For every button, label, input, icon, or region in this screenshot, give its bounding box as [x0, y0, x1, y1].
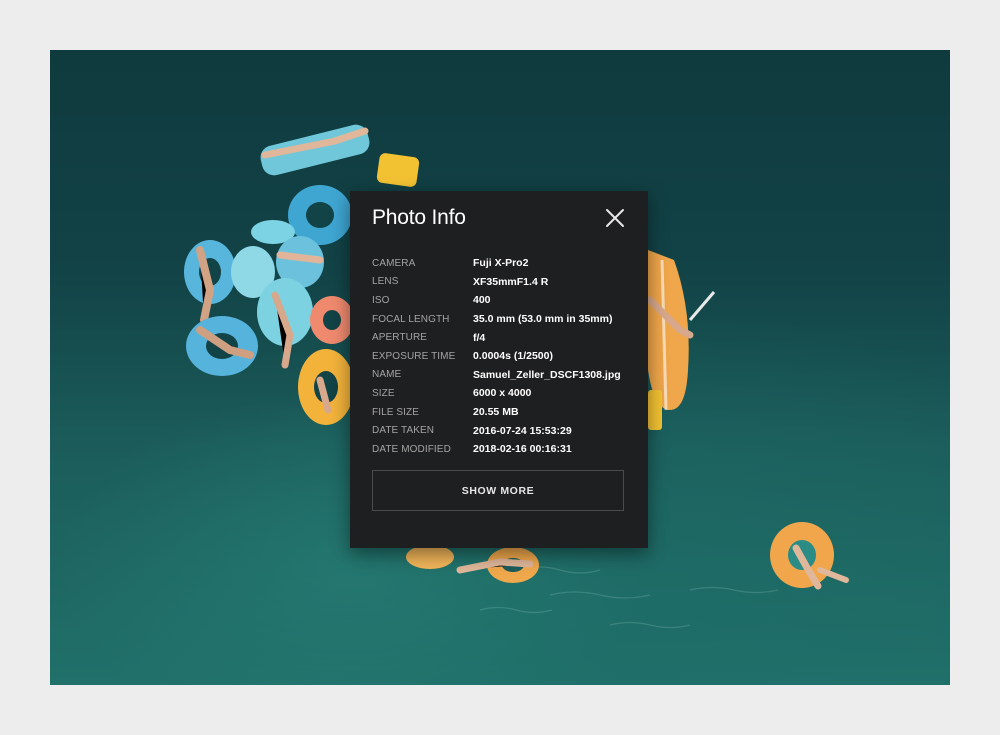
- info-value: 35.0 mm (53.0 mm in 35mm): [473, 313, 613, 326]
- info-row-date-taken: DATE TAKEN 2016-07-24 15:53:29: [372, 421, 621, 440]
- info-value: f/4: [473, 331, 486, 344]
- info-value: 20.55 MB: [473, 406, 519, 419]
- info-row-aperture: APERTURE f/4: [372, 328, 621, 347]
- show-more-button[interactable]: SHOW MORE: [372, 470, 624, 511]
- close-button[interactable]: [602, 205, 628, 231]
- info-label: SIZE: [372, 387, 395, 399]
- info-row-iso: ISO 400: [372, 291, 621, 310]
- info-label: FOCAL LENGTH: [372, 313, 450, 325]
- info-label: FILE SIZE: [372, 406, 420, 418]
- info-label: LENS: [372, 276, 399, 288]
- info-row-file-size: FILE SIZE 20.55 MB: [372, 403, 621, 422]
- info-value: 2018-02-16 00:16:31: [473, 443, 572, 456]
- info-row-name: NAME Samuel_Zeller_DSCF1308.jpg: [372, 366, 621, 385]
- info-label: NAME: [372, 369, 402, 381]
- info-label: ISO: [372, 294, 390, 306]
- info-row-camera: CAMERA Fuji X-Pro2: [372, 254, 621, 273]
- info-value: 0.0004s (1/2500): [473, 350, 553, 363]
- info-value: Samuel_Zeller_DSCF1308.jpg: [473, 368, 621, 381]
- info-row-lens: LENS XF35mmF1.4 R: [372, 273, 621, 292]
- info-row-size: SIZE 6000 x 4000: [372, 384, 621, 403]
- close-icon: [606, 209, 624, 227]
- info-label: DATE TAKEN: [372, 425, 435, 437]
- panel-title: Photo Info: [372, 206, 466, 229]
- info-label: APERTURE: [372, 332, 428, 344]
- info-table: CAMERA Fuji X-Pro2 LENS XF35mmF1.4 R ISO…: [372, 254, 621, 459]
- info-value: 6000 x 4000: [473, 387, 532, 400]
- info-value: 2016-07-24 15:53:29: [473, 424, 572, 437]
- info-label: CAMERA: [372, 257, 416, 269]
- info-value: Fuji X-Pro2: [473, 257, 529, 270]
- info-label: EXPOSURE TIME: [372, 350, 456, 362]
- info-label: DATE MODIFIED: [372, 443, 451, 455]
- info-row-exposure-time: EXPOSURE TIME 0.0004s (1/2500): [372, 347, 621, 366]
- info-value: XF35mmF1.4 R: [473, 275, 549, 288]
- info-row-focal-length: FOCAL LENGTH 35.0 mm (53.0 mm in 35mm): [372, 310, 621, 329]
- photo-info-panel: Photo Info CAMERA Fuji X-Pro2 LENS XF35m…: [350, 191, 648, 548]
- info-value: 400: [473, 294, 491, 307]
- info-row-date-modified: DATE MODIFIED 2018-02-16 00:16:31: [372, 440, 621, 459]
